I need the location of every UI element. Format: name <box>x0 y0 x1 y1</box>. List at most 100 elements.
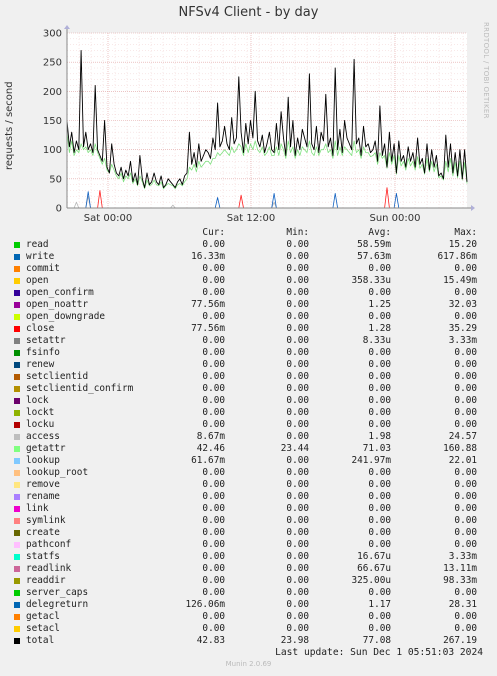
legend-cur: 0.00 <box>202 575 225 586</box>
x-tick-label: Sun 00:00 <box>369 213 420 224</box>
legend-swatch <box>14 494 20 500</box>
legend-swatch <box>14 542 20 548</box>
legend-cur: 0.00 <box>202 383 225 394</box>
legend-cur: 0.00 <box>202 611 225 622</box>
legend-max: 617.86m <box>437 251 477 262</box>
legend-name: open_noattr <box>26 299 89 310</box>
legend-avg: 8.33u <box>362 335 391 346</box>
legend-swatch <box>14 626 20 632</box>
legend-cur: 0.00 <box>202 587 225 598</box>
header-avg: Avg: <box>368 227 391 238</box>
legend-row-commit: commit 0.00 0.00 0.00 0.00 <box>0 263 497 275</box>
legend-swatch <box>14 590 20 596</box>
legend-name: open_confirm <box>26 287 94 298</box>
legend-avg: 1.28 <box>368 323 391 334</box>
legend-max: 0.00 <box>454 539 477 550</box>
legend-max: 0.00 <box>454 407 477 418</box>
legend-swatch <box>14 386 20 392</box>
legend-name: lock <box>26 395 49 406</box>
legend-min: 0.00 <box>286 323 309 334</box>
legend-name: locku <box>26 419 55 430</box>
y-axis-arrow <box>64 25 70 29</box>
legend-cur: 42.46 <box>196 443 225 454</box>
legend-row-statfs: statfs 0.00 0.00 16.67u 3.33m <box>0 551 497 563</box>
legend-avg: 0.00 <box>368 383 391 394</box>
legend-cur: 0.00 <box>202 515 225 526</box>
legend-avg: 0.00 <box>368 359 391 370</box>
legend-swatch <box>14 278 20 284</box>
legend-avg: 57.63m <box>357 251 391 262</box>
legend-max: 267.19 <box>443 635 477 646</box>
legend-name: lookup_root <box>26 467 89 478</box>
legend-min: 0.00 <box>286 503 309 514</box>
legend-name: lockt <box>26 407 55 418</box>
legend-swatch <box>14 290 20 296</box>
legend-name: delegreturn <box>26 599 89 610</box>
legend-min: 0.00 <box>286 467 309 478</box>
legend-swatch <box>14 266 20 272</box>
legend-row-delegreturn: delegreturn 126.06m 0.00 1.17 28.31 <box>0 599 497 611</box>
legend-cur: 0.00 <box>202 335 225 346</box>
legend-row-symlink: symlink 0.00 0.00 0.00 0.00 <box>0 515 497 527</box>
legend-name: readlink <box>26 563 72 574</box>
legend-max: 0.00 <box>454 527 477 538</box>
legend-row-getattr: getattr 42.46 23.44 71.03 160.88 <box>0 443 497 455</box>
legend-row-lookup-root: lookup_root 0.00 0.00 0.00 0.00 <box>0 467 497 479</box>
legend-name: close <box>26 323 55 334</box>
legend-cur: 0.00 <box>202 623 225 634</box>
legend-row-pathconf: pathconf 0.00 0.00 0.00 0.00 <box>0 539 497 551</box>
header-max: Max: <box>454 227 477 238</box>
legend-max: 3.33m <box>448 551 477 562</box>
legend-avg: 0.00 <box>368 503 391 514</box>
legend-row-total: total 42.83 23.98 77.08 267.19 <box>0 635 497 647</box>
legend-min: 0.00 <box>286 419 309 430</box>
legend-min: 0.00 <box>286 395 309 406</box>
legend-avg: 1.25 <box>368 299 391 310</box>
legend-row-getacl: getacl 0.00 0.00 0.00 0.00 <box>0 611 497 623</box>
legend-row-write: write 16.33m 0.00 57.63m 617.86m <box>0 251 497 263</box>
legend-swatch <box>14 482 20 488</box>
y-tick-label: 150 <box>43 116 62 127</box>
legend-name: fsinfo <box>26 347 60 358</box>
legend-min: 0.00 <box>286 611 309 622</box>
legend-min: 0.00 <box>286 251 309 262</box>
legend-min: 0.00 <box>286 527 309 538</box>
legend-swatch <box>14 254 20 260</box>
plot-area: 0 50 100 150 200 250 300 Sat 00:00 Sat 12:00 Sun … <box>43 25 475 224</box>
legend-swatch <box>14 518 20 524</box>
y-tick-label: 300 <box>43 29 62 40</box>
legend-row-create: create 0.00 0.00 0.00 0.00 <box>0 527 497 539</box>
legend-min: 0.00 <box>286 263 309 274</box>
legend-row-lock: lock 0.00 0.00 0.00 0.00 <box>0 395 497 407</box>
legend-min: 0.00 <box>286 335 309 346</box>
x-axis-arrow <box>471 205 475 211</box>
legend-min: 0.00 <box>286 551 309 562</box>
legend-min: 0.00 <box>286 287 309 298</box>
legend-min: 0.00 <box>286 359 309 370</box>
legend-row-readdir: readdir 0.00 0.00 325.00u 98.33m <box>0 575 497 587</box>
legend-header-row: Cur: Min: Avg: Max: <box>0 227 497 239</box>
legend-row-open: open 0.00 0.00 358.33u 15.49m <box>0 275 497 287</box>
legend-cur: 126.06m <box>185 599 225 610</box>
legend-min: 0.00 <box>286 599 309 610</box>
legend-min: 0.00 <box>286 539 309 550</box>
legend-row-renew: renew 0.00 0.00 0.00 0.00 <box>0 359 497 371</box>
legend-max: 35.29 <box>448 323 477 334</box>
legend-name: setclientid_confirm <box>26 383 134 394</box>
last-update: Last update: Sun Dec 1 05:51:03 2024 <box>275 647 483 658</box>
legend-name: link <box>26 503 49 514</box>
legend-avg: 0.00 <box>368 419 391 430</box>
legend-min: 0.00 <box>286 347 309 358</box>
legend-swatch <box>14 614 20 620</box>
legend-avg: 0.00 <box>368 515 391 526</box>
legend-min: 0.00 <box>286 383 309 394</box>
legend-max: 98.33m <box>443 575 477 586</box>
legend-name: commit <box>26 263 60 274</box>
legend-name: setclientid <box>26 371 89 382</box>
legend-row-remove: remove 0.00 0.00 0.00 0.00 <box>0 479 497 491</box>
legend-min: 0.00 <box>286 587 309 598</box>
legend-cur: 0.00 <box>202 275 225 286</box>
legend-row-setacl: setacl 0.00 0.00 0.00 0.00 <box>0 623 497 635</box>
legend-name: setattr <box>26 335 66 346</box>
legend-avg: 0.00 <box>368 407 391 418</box>
